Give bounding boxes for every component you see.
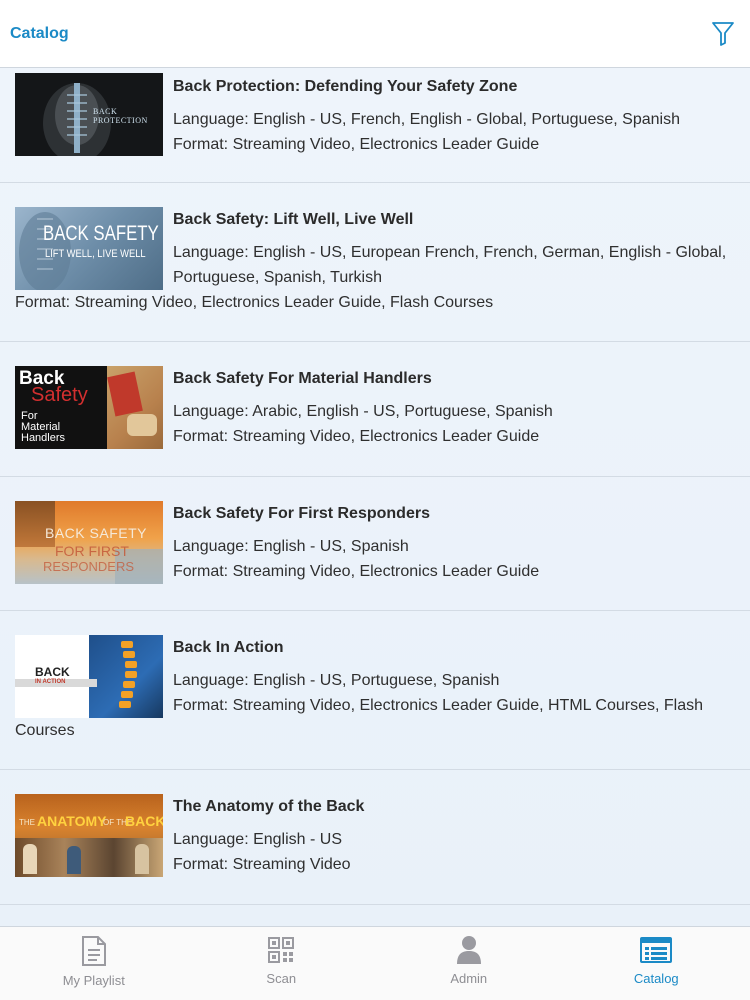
- course-format: Format: Streaming Video, Electronics Lea…: [173, 563, 540, 580]
- thumbnail-text: THE: [19, 818, 35, 827]
- tab-label: Scan: [266, 971, 297, 986]
- course-language-line: Language: English - US, European French,…: [173, 244, 727, 261]
- filter-icon: [712, 21, 734, 46]
- thumbnail-text: Safety: [31, 384, 88, 406]
- tab-label: My Playlist: [62, 973, 125, 988]
- course-thumbnail: BACK SAFETY FOR FIRST RESPONDERS: [15, 501, 163, 584]
- course-format: Format: Streaming Video, Electronics Lea…: [15, 294, 494, 311]
- course-title: Back Safety For Material Handlers: [173, 370, 432, 387]
- course-format: Format: Streaming Video, Electronics Lea…: [173, 136, 540, 153]
- thumbnail-text: BACK PROTECTION: [93, 107, 148, 125]
- list-item[interactable]: BACK IN ACTION Back In Action Language: …: [0, 611, 750, 770]
- course-format-line: Courses: [15, 722, 75, 739]
- thumbnail-text: Handlers: [21, 432, 66, 444]
- thumbnail-text: RESPONDERS: [43, 559, 135, 574]
- list-item[interactable]: BACK SAFETY LIFT WELL, LIVE WELL Back Sa…: [0, 183, 750, 342]
- thumbnail-text: BACK: [125, 813, 163, 829]
- list-item[interactable]: THE ANATOMY OF THE BACK The Anatomy of t…: [0, 770, 750, 905]
- thumbnail-text: IN ACTION: [35, 679, 66, 685]
- tab-label: Catalog: [633, 971, 679, 986]
- person-icon: [456, 936, 481, 964]
- list-item[interactable]: BACK SAFETY FOR FIRST RESPONDERS Back Sa…: [0, 477, 750, 611]
- course-language: Language: English - US, Spanish: [173, 538, 409, 555]
- thumbnail-subtext: LIFT WELL, LIVE WELL: [45, 248, 146, 260]
- tab-scan[interactable]: Scan: [188, 927, 376, 1000]
- thumbnail-text: BACK: [35, 665, 70, 679]
- course-language: Language: Arabic, English - US, Portugue…: [173, 403, 553, 420]
- thumbnail-text: FOR FIRST: [55, 543, 129, 559]
- course-thumbnail: THE ANATOMY OF THE BACK: [15, 794, 163, 877]
- course-title: Back In Action: [173, 639, 284, 656]
- tab-my-playlist[interactable]: My Playlist: [0, 927, 188, 1000]
- course-thumbnail: BACK PROTECTION: [15, 73, 163, 156]
- list-item[interactable]: BACK PROTECTION Back Protection: Defendi…: [0, 68, 750, 183]
- catalog-icon: [640, 937, 673, 963]
- list-item[interactable]: Back Safety For Material Handlers Back S…: [0, 342, 750, 477]
- tab-admin[interactable]: Admin: [375, 927, 563, 1000]
- course-thumbnail: BACK IN ACTION: [15, 635, 163, 718]
- tab-catalog[interactable]: Catalog: [563, 927, 750, 1000]
- tab-label: Admin: [450, 971, 488, 986]
- course-language: Language: English - US, European French,…: [173, 240, 735, 290]
- document-icon: [81, 936, 106, 966]
- course-format: Format: Streaming Video: [173, 856, 351, 873]
- course-thumbnail: Back Safety For Material Handlers: [15, 366, 163, 449]
- thumbnail-text: BACK SAFETY: [45, 525, 147, 541]
- course-title: Back Protection: Defending Your Safety Z…: [173, 78, 518, 95]
- course-title: Back Safety For First Responders: [173, 505, 430, 522]
- course-title: The Anatomy of the Back: [173, 798, 365, 815]
- course-language: Language: English - US, Portuguese, Span…: [173, 672, 500, 689]
- course-format-line: Format: Streaming Video, Electronics Lea…: [173, 697, 703, 714]
- course-format: Format: Streaming Video, Electronics Lea…: [173, 428, 540, 445]
- thumbnail-text: ANATOMY: [37, 813, 107, 829]
- catalog-list[interactable]: BACK PROTECTION Back Protection: Defendi…: [0, 68, 750, 926]
- course-language-line: Portuguese, Spanish, Turkish: [173, 269, 383, 286]
- course-format: Format: Streaming Video, Electronics Lea…: [15, 693, 735, 743]
- course-title: Back Safety: Lift Well, Live Well: [173, 211, 414, 228]
- course-thumbnail: BACK SAFETY LIFT WELL, LIVE WELL: [15, 207, 163, 290]
- qr-code-icon: [268, 937, 295, 963]
- page-title: Catalog: [10, 24, 69, 42]
- course-language: Language: English - US, French, English …: [173, 111, 680, 128]
- filter-button[interactable]: [708, 19, 738, 49]
- tab-bar: My Playlist Scan Admin Catalog: [0, 926, 750, 1000]
- thumbnail-text: BACK SAFETY: [43, 222, 159, 245]
- course-language: Language: English - US: [173, 831, 342, 848]
- app-header: Catalog: [0, 0, 750, 68]
